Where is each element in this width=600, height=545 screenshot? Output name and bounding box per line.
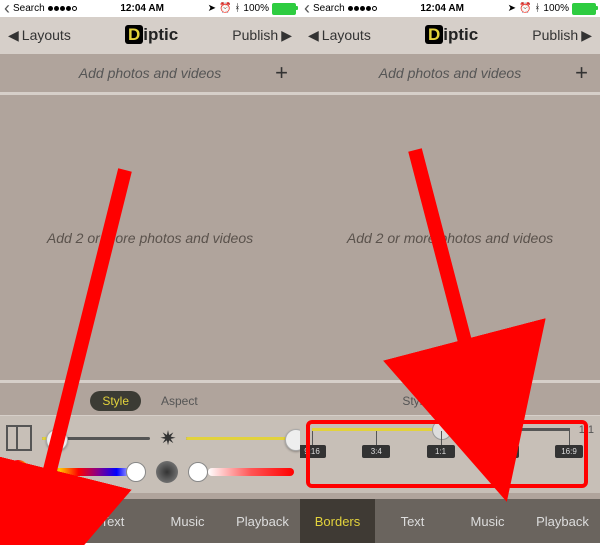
- inner-color-slider[interactable]: [208, 468, 294, 476]
- tab-text[interactable]: Text: [75, 499, 150, 543]
- brightness-slider[interactable]: [186, 437, 294, 440]
- nav-back-button[interactable]: ◀Layouts: [308, 27, 371, 44]
- aspect-tick[interactable]: 1:1: [441, 431, 442, 445]
- logo-text: iptic: [443, 25, 478, 44]
- canvas-placeholder: Add 2 or more photos and videos: [347, 230, 553, 246]
- subtab-style[interactable]: Style: [390, 391, 441, 411]
- add-photos-label: Add photos and videos: [379, 65, 521, 81]
- style-panel: ✷: [0, 415, 300, 493]
- logo-text: iptic: [143, 25, 178, 44]
- signal-dots-icon: [48, 6, 77, 11]
- back-to-app[interactable]: Search: [313, 3, 345, 14]
- subtab-row: Style Aspect: [0, 387, 300, 415]
- current-aspect-label: 1:1: [579, 424, 594, 436]
- battery-icon: [572, 3, 596, 15]
- status-time: 12:04 AM: [120, 3, 164, 14]
- border-layout-icon[interactable]: [6, 425, 32, 451]
- tab-borders[interactable]: Borders: [0, 499, 75, 543]
- status-bar: ‹ Search 12:04 AM ➤ ⏰ ᚼ 100%: [300, 0, 600, 17]
- color-slider-knob[interactable]: [126, 462, 146, 482]
- app-logo: Diptic: [425, 25, 478, 45]
- logo-d-icon: D: [125, 25, 143, 44]
- brightness-icon: ✷: [160, 426, 177, 451]
- collage-canvas[interactable]: Add 2 or more photos and videos: [300, 95, 600, 383]
- nav-bar: ◀Layouts Diptic Publish▶: [0, 17, 300, 53]
- status-bar: ‹ Search 12:04 AM ➤ ⏰ ᚼ 100%: [0, 0, 300, 17]
- alarm-icon: ⏰: [519, 3, 531, 14]
- bottom-tabs: Borders Text Music Playback: [300, 499, 600, 543]
- back-chevron-icon[interactable]: ‹: [4, 0, 10, 19]
- aspect-ratio-label: 4:3: [491, 445, 519, 458]
- nav-bar: ◀Layouts Diptic Publish▶: [300, 17, 600, 53]
- nav-publish-button[interactable]: Publish▶: [232, 27, 292, 44]
- aspect-ratio-label: 16:9: [555, 445, 583, 458]
- border-width-slider[interactable]: [42, 437, 150, 440]
- nav-back-label: Layouts: [322, 27, 371, 43]
- inner-color-icon[interactable]: [156, 461, 178, 483]
- bottom-tabs: Borders Text Music Playback: [0, 499, 300, 543]
- aspect-ticks: 9:16 3:4 1:1 4:3 16:9: [312, 431, 570, 445]
- tab-music[interactable]: Music: [450, 499, 525, 543]
- aspect-ratio-label: 1:1: [427, 445, 455, 458]
- aspect-tick[interactable]: 4:3: [505, 431, 506, 445]
- battery-percent: 100%: [243, 3, 269, 14]
- add-photos-label: Add photos and videos: [79, 65, 221, 81]
- location-icon: ➤: [208, 3, 216, 14]
- subtab-row: Style Aspect: [300, 387, 600, 415]
- collage-canvas[interactable]: Add 2 or more photos and videos: [0, 95, 300, 383]
- color-wheel-icon[interactable]: [6, 460, 30, 484]
- aspect-tick[interactable]: 9:16: [312, 431, 313, 445]
- nav-back-label: Layouts: [22, 27, 71, 43]
- bluetooth-icon: ᚼ: [234, 3, 240, 14]
- tab-music[interactable]: Music: [150, 499, 225, 543]
- bluetooth-icon: ᚼ: [534, 3, 540, 14]
- canvas-placeholder: Add 2 or more photos and videos: [47, 230, 253, 246]
- inner-color-knob[interactable]: [188, 462, 208, 482]
- chevron-left-icon: ◀: [308, 27, 319, 44]
- aspect-ratio-label: 3:4: [362, 445, 390, 458]
- color-slider[interactable]: [40, 468, 136, 476]
- phone-left: ‹ Search 12:04 AM ➤ ⏰ ᚼ 100% ◀Layouts Di…: [0, 0, 300, 543]
- location-icon: ➤: [508, 3, 516, 14]
- status-time: 12:04 AM: [420, 3, 464, 14]
- subtab-aspect[interactable]: Aspect: [149, 391, 210, 411]
- back-chevron-icon[interactable]: ‹: [304, 0, 310, 19]
- alarm-icon: ⏰: [219, 3, 231, 14]
- phone-right: ‹ Search 12:04 AM ➤ ⏰ ᚼ 100% ◀Layouts Di…: [300, 0, 600, 543]
- aspect-tick[interactable]: 16:9: [569, 431, 570, 445]
- aspect-panel: 9:16 3:4 1:1 4:3 16:9 1:1: [300, 415, 600, 493]
- signal-dots-icon: [348, 6, 377, 11]
- tab-playback[interactable]: Playback: [225, 499, 300, 543]
- battery-percent: 100%: [543, 3, 569, 14]
- aspect-ratio-label: 9:16: [300, 445, 326, 458]
- nav-back-button[interactable]: ◀Layouts: [8, 27, 71, 44]
- nav-publish-button[interactable]: Publish▶: [532, 27, 592, 44]
- tab-playback[interactable]: Playback: [525, 499, 600, 543]
- battery-icon: [272, 3, 296, 15]
- chevron-right-icon: ▶: [581, 27, 592, 44]
- logo-d-icon: D: [425, 25, 443, 44]
- nav-forward-label: Publish: [532, 27, 578, 43]
- plus-icon[interactable]: +: [575, 60, 588, 86]
- chevron-left-icon: ◀: [8, 27, 19, 44]
- tab-borders[interactable]: Borders: [300, 499, 375, 543]
- plus-icon[interactable]: +: [275, 60, 288, 86]
- add-photos-bar[interactable]: Add photos and videos +: [300, 53, 600, 95]
- chevron-right-icon: ▶: [281, 27, 292, 44]
- tab-text[interactable]: Text: [375, 499, 450, 543]
- aspect-tick[interactable]: 3:4: [376, 431, 377, 445]
- subtab-aspect[interactable]: Aspect: [449, 391, 510, 411]
- add-photos-bar[interactable]: Add photos and videos +: [0, 53, 300, 95]
- back-to-app[interactable]: Search: [13, 3, 45, 14]
- app-logo: Diptic: [125, 25, 178, 45]
- nav-forward-label: Publish: [232, 27, 278, 43]
- subtab-style[interactable]: Style: [90, 391, 141, 411]
